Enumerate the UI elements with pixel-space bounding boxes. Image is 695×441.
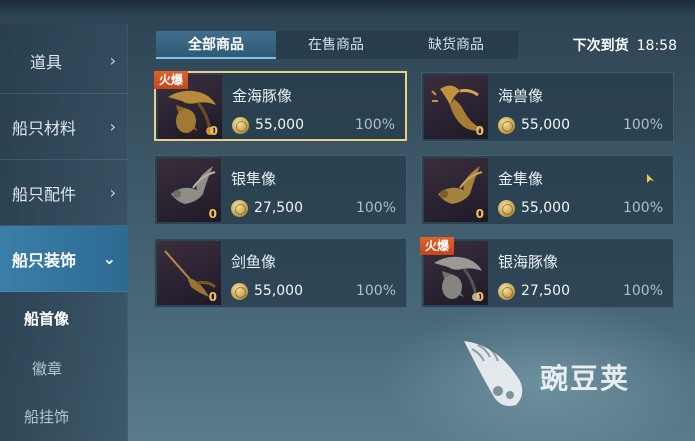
coin-icon: [232, 117, 249, 134]
top-strip: [0, 0, 695, 14]
item-name: 剑鱼像: [231, 253, 277, 271]
item-card-golden-falcon[interactable]: 0 金隼像 55,000 100%: [421, 155, 674, 225]
sidebar-item-ship-decorations[interactable]: 船只装饰 ⌄: [0, 226, 128, 292]
sidebar-item-label: 船只装饰: [12, 250, 77, 270]
sea-beast-figurehead-icon: 0: [424, 75, 488, 139]
sidebar-subitem-label: 船首像: [24, 309, 70, 328]
item-percent: 100%: [622, 200, 663, 216]
restock-timer: 下次到货 18:58: [573, 35, 677, 55]
coin-icon: [498, 117, 515, 134]
sidebar-item-ship-parts[interactable]: 船只配件 ›: [0, 160, 128, 226]
chevron-right-icon: ›: [109, 183, 116, 202]
coin-icon: [498, 200, 515, 217]
item-card-swordfish[interactable]: 0 剑鱼像 55,000 100%: [154, 238, 407, 308]
item-price: 55,000: [254, 283, 303, 299]
item-name: 银海豚像: [498, 253, 559, 271]
tab-all-items[interactable]: 全部商品: [156, 31, 276, 59]
sidebar-subitem-label: 徽章: [32, 359, 63, 378]
sidebar-subitem-figurehead[interactable]: 船首像: [0, 294, 128, 342]
sidebar-subitem-ship-ornament[interactable]: 船挂饰: [0, 392, 128, 440]
cursor-icon: [647, 174, 654, 183]
pea-pod-logo-icon: [464, 341, 523, 406]
item-price: 27,500: [521, 283, 570, 299]
item-quantity: 0: [208, 207, 217, 221]
item-card-golden-dolphin[interactable]: 0 火爆 金海豚像 55,000 100%: [154, 71, 407, 141]
tab-out-of-stock[interactable]: 缺货商品: [396, 31, 516, 59]
chevron-right-icon: ›: [109, 51, 116, 70]
hot-badge: 火爆: [420, 237, 455, 255]
sidebar-item-label: 船只配件: [12, 184, 77, 204]
item-name: 金隼像: [498, 170, 544, 188]
item-price: 27,500: [254, 200, 303, 216]
tab-on-sale[interactable]: 在售商品: [276, 31, 396, 59]
item-quantity: 0: [475, 207, 484, 221]
sidebar-subitem-emblem[interactable]: 徽章: [0, 344, 128, 392]
filter-tabs: 全部商品 在售商品 缺货商品: [156, 31, 518, 59]
item-card-silver-dolphin[interactable]: 0 火爆 银海豚像 27,500 100%: [420, 237, 674, 308]
golden-falcon-figurehead-icon: 0: [424, 158, 488, 222]
item-quantity: 0: [475, 290, 484, 304]
item-card-sea-beast[interactable]: 0 海兽像 55,000 100%: [421, 72, 674, 142]
swordfish-figurehead-icon: 0: [157, 241, 221, 305]
item-percent: 100%: [354, 117, 395, 133]
chevron-down-icon: ⌄: [102, 249, 116, 268]
item-name: 银隼像: [231, 170, 277, 188]
sidebar: 道具 › 船只材料 › 船只配件 › 船只装饰 ⌄ 船首像 徽章 船挂饰: [0, 24, 128, 441]
sidebar-item-label: 船只材料: [12, 118, 77, 138]
restock-label: 下次到货: [572, 38, 629, 54]
watermark-text: 豌豆荚: [540, 362, 631, 395]
item-price: 55,000: [521, 117, 570, 133]
item-quantity: 0: [475, 124, 484, 138]
hot-badge: 火爆: [154, 71, 189, 89]
sidebar-subitem-label: 船挂饰: [24, 407, 70, 426]
restock-time: 18:58: [636, 38, 677, 54]
sidebar-item-label: 道具: [30, 52, 63, 72]
item-quantity: 0: [209, 124, 218, 138]
item-quantity: 0: [208, 290, 217, 304]
sidebar-item-ship-materials[interactable]: 船只材料 ›: [0, 94, 128, 160]
item-price: 55,000: [255, 117, 304, 133]
item-percent: 100%: [622, 283, 663, 299]
item-percent: 100%: [355, 200, 396, 216]
coin-icon: [498, 283, 515, 300]
silver-falcon-figurehead-icon: 0: [157, 158, 221, 222]
item-card-silver-falcon[interactable]: 0 银隼像 27,500 100%: [154, 155, 407, 225]
item-price: 55,000: [521, 200, 570, 216]
item-percent: 100%: [622, 117, 663, 133]
chevron-right-icon: ›: [109, 117, 116, 136]
item-name: 金海豚像: [232, 87, 293, 105]
sidebar-item-props[interactable]: 道具 ›: [0, 28, 128, 94]
coin-icon: [231, 200, 248, 217]
item-name: 海兽像: [498, 87, 544, 105]
watermark: 豌豆荚: [458, 335, 678, 415]
item-percent: 100%: [355, 283, 396, 299]
coin-icon: [231, 283, 248, 300]
